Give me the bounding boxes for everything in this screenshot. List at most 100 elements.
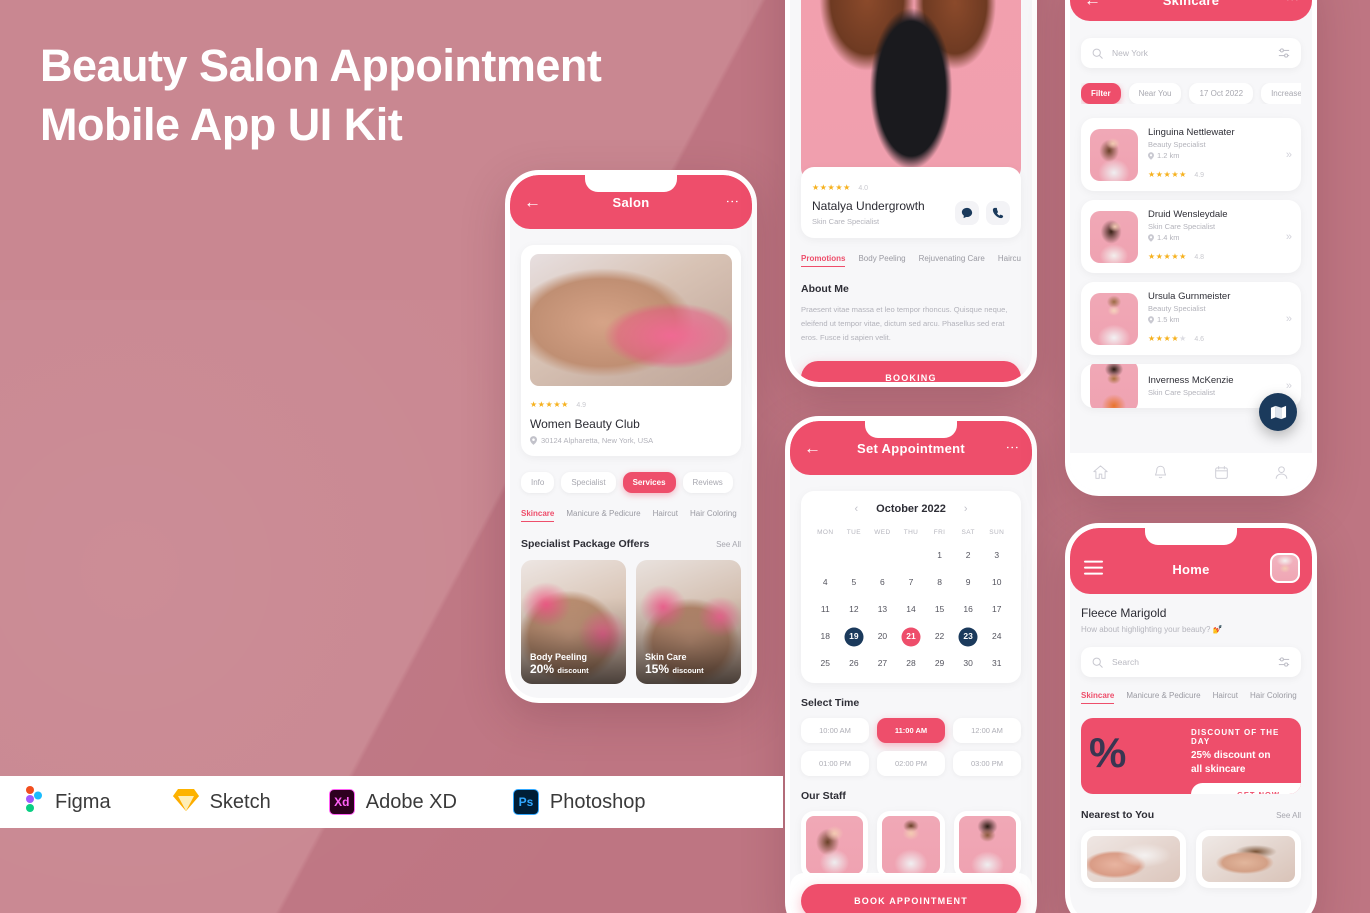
list-item[interactable]: Ursula Gurnmeister Beauty Specialist 1.5…	[1081, 282, 1301, 355]
calendar-day[interactable]: 6	[868, 573, 897, 592]
tab-haircut[interactable]: Haircut	[998, 254, 1021, 263]
tab-services[interactable]: Services	[622, 472, 676, 493]
nearest-card[interactable]	[1196, 830, 1301, 888]
back-arrow-icon[interactable]: ←	[524, 194, 541, 211]
calendar-day[interactable]: 5	[840, 573, 869, 592]
calendar-day[interactable]: 12	[840, 600, 869, 619]
time-slot[interactable]: 10:00 AM	[801, 718, 869, 743]
calendar-day[interactable]: 29	[925, 654, 954, 673]
calendar-day[interactable]: 24	[982, 627, 1011, 646]
calendar-day[interactable]: 13	[868, 600, 897, 619]
calendar-day[interactable]: 15	[925, 600, 954, 619]
time-slot[interactable]: 01:00 PM	[801, 751, 869, 776]
filter-chip-date[interactable]: 17 Oct 2022	[1189, 83, 1254, 104]
chevron-right-icon[interactable]: »	[1286, 313, 1292, 325]
calendar-day-range-end[interactable]: 23	[954, 627, 983, 646]
tab-specialist[interactable]: Specialist	[561, 472, 616, 493]
hamburger-menu-icon[interactable]	[1084, 557, 1103, 578]
time-slot[interactable]: 12:00 AM	[953, 718, 1021, 743]
subtab-manicure-pedicure[interactable]: Manicure & Pedicure	[566, 509, 640, 518]
chevron-right-icon[interactable]: »	[1286, 231, 1292, 243]
calendar-day-selected[interactable]: 21	[897, 627, 926, 646]
calendar-day-range-start[interactable]: 19	[840, 627, 869, 646]
subtab-haircut[interactable]: Haircut	[1213, 691, 1238, 700]
time-slot-selected[interactable]: 11:00 AM	[877, 718, 945, 743]
calendar-day[interactable]: 16	[954, 600, 983, 619]
calendar-day[interactable]: 27	[868, 654, 897, 673]
staff-card[interactable]	[801, 811, 869, 879]
person-icon[interactable]	[1274, 465, 1289, 480]
calendar-day[interactable]: 7	[897, 573, 926, 592]
calendar-day[interactable]: 4	[811, 573, 840, 592]
get-now-button[interactable]: GET NOW	[1191, 783, 1301, 794]
offer-card[interactable]: Body Peeling 20% discount	[521, 560, 626, 684]
nearest-card-photo	[1202, 836, 1295, 882]
subtab-skincare[interactable]: Skincare	[521, 509, 555, 522]
tab-body-peeling[interactable]: Body Peeling	[858, 254, 905, 263]
nearest-see-all[interactable]: See All	[1276, 811, 1301, 820]
subtab-hair-coloring[interactable]: Hair Coloring	[1250, 691, 1297, 700]
calendar-day[interactable]: 17	[982, 600, 1011, 619]
map-fab-button[interactable]	[1259, 393, 1297, 431]
filter-chip-increased-price[interactable]: Increased Pr	[1261, 83, 1301, 104]
subtab-manicure-pedicure[interactable]: Manicure & Pedicure	[1126, 691, 1200, 700]
skincare-search-bar[interactable]: New York	[1081, 38, 1301, 68]
tab-rejuvenating-care[interactable]: Rejuvenating Care	[919, 254, 985, 263]
list-item[interactable]: Druid Wensleydale Skin Care Specialist 1…	[1081, 200, 1301, 273]
subtab-hair-coloring[interactable]: Hair Coloring	[690, 509, 737, 518]
home-search-bar[interactable]: Search	[1081, 647, 1301, 677]
back-arrow-icon[interactable]: ←	[804, 440, 821, 457]
sliders-icon[interactable]	[1278, 47, 1290, 59]
calendar-day[interactable]: 20	[868, 627, 897, 646]
phone-icon[interactable]	[986, 200, 1010, 225]
tab-info[interactable]: Info	[521, 472, 555, 493]
calendar-day[interactable]: 30	[954, 654, 983, 673]
calendar-day[interactable]: 26	[840, 654, 869, 673]
time-slot[interactable]: 02:00 PM	[877, 751, 945, 776]
calendar-day[interactable]: 3	[982, 546, 1011, 565]
calendar-day[interactable]: 18	[811, 627, 840, 646]
chevron-right-icon[interactable]: »	[1286, 380, 1292, 392]
calendar-day[interactable]: 10	[982, 573, 1011, 592]
booking-button[interactable]: BOOKING	[801, 361, 1021, 382]
more-vertical-icon[interactable]: ⋮	[725, 195, 740, 209]
avatar[interactable]	[1270, 552, 1300, 583]
nearest-card[interactable]	[1081, 830, 1186, 888]
calendar-day[interactable]: 25	[811, 654, 840, 673]
subtab-skincare[interactable]: Skincare	[1081, 691, 1115, 704]
home-icon[interactable]	[1093, 464, 1108, 480]
book-appointment-button[interactable]: BOOK APPOINTMENT	[801, 884, 1021, 913]
more-vertical-icon[interactable]: ⋮	[1285, 0, 1300, 7]
calendar-day[interactable]: 2	[954, 546, 983, 565]
more-vertical-icon[interactable]: ⋮	[1005, 441, 1020, 455]
sliders-icon[interactable]	[1278, 656, 1290, 668]
calendar-day[interactable]: 28	[897, 654, 926, 673]
back-arrow-icon[interactable]: ←	[1084, 0, 1101, 8]
bell-icon[interactable]	[1153, 465, 1168, 480]
list-item[interactable]: Linguina Nettlewater Beauty Specialist 1…	[1081, 118, 1301, 191]
time-slot[interactable]: 03:00 PM	[953, 751, 1021, 776]
calendar-day[interactable]: 8	[925, 573, 954, 592]
calendar-icon[interactable]	[1214, 465, 1229, 480]
calendar-day[interactable]: 11	[811, 600, 840, 619]
calendar-day[interactable]: 22	[925, 627, 954, 646]
offer-card[interactable]: Skin Care 15% discount	[636, 560, 741, 684]
chevron-right-icon[interactable]: ›	[964, 503, 968, 515]
calendar-day[interactable]: 14	[897, 600, 926, 619]
package-offers-see-all[interactable]: See All	[716, 540, 741, 549]
staff-card[interactable]	[953, 811, 1021, 879]
chat-bubble-icon[interactable]	[955, 200, 979, 225]
tab-promotions[interactable]: Promotions	[801, 254, 846, 267]
chevron-right-icon[interactable]: »	[1286, 149, 1292, 161]
tab-reviews[interactable]: Reviews	[682, 472, 733, 493]
filter-chip-filter[interactable]: Filter	[1081, 83, 1121, 104]
subtab-haircut[interactable]: Haircut	[653, 509, 678, 518]
chevron-left-icon[interactable]: ‹	[854, 503, 858, 515]
filter-chip-near-you[interactable]: Near You	[1128, 83, 1182, 104]
profile-info-card: ★★★★★ 4.0 Natalya Undergrowth Skin Care …	[801, 167, 1021, 238]
staff-card[interactable]	[877, 811, 945, 879]
calendar-day[interactable]: 31	[982, 654, 1011, 673]
home-search-input[interactable]: Search	[1112, 657, 1269, 667]
calendar-day[interactable]: 1	[925, 546, 954, 565]
calendar-day[interactable]: 9	[954, 573, 983, 592]
